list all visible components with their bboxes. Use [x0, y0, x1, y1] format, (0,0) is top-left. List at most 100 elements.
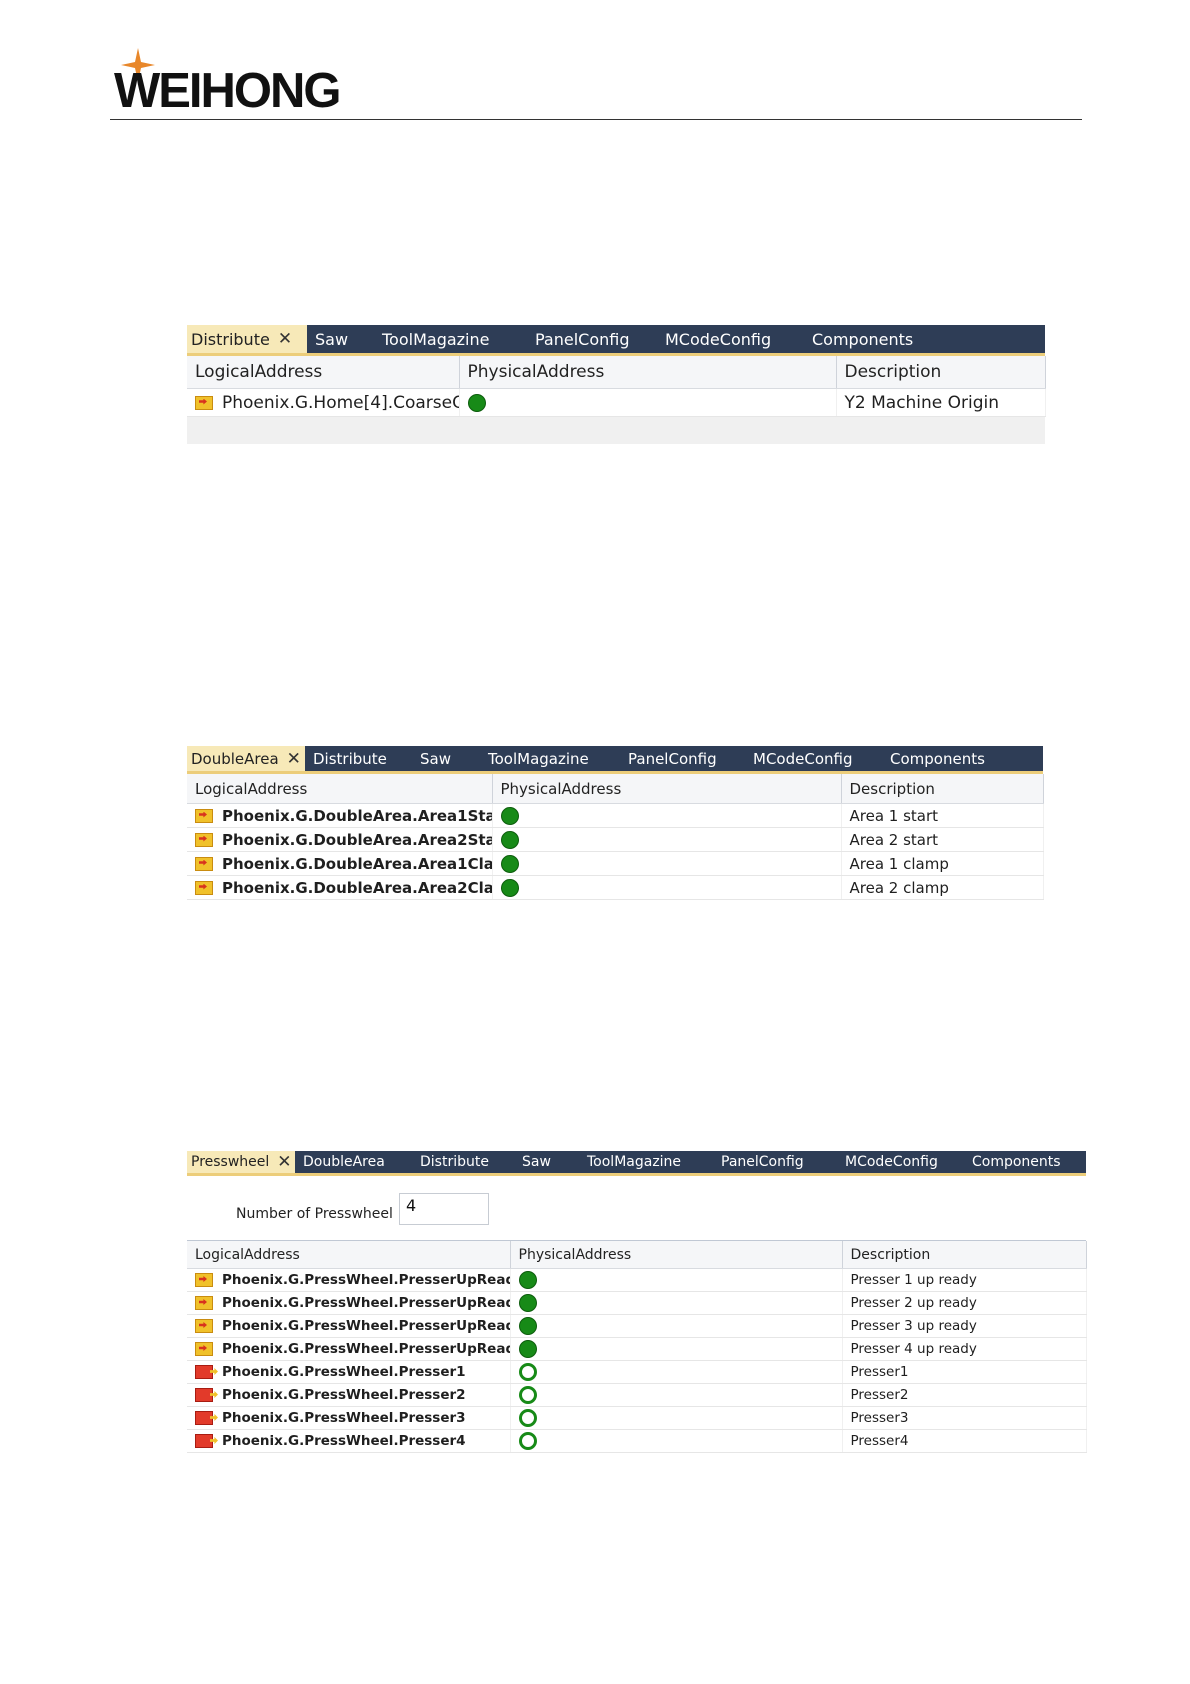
table-row[interactable]: Phoenix.G.PressWheel.Presser3 Presser3 [187, 1406, 1087, 1430]
tab-label: Saw [315, 329, 349, 349]
physical-address-cell[interactable] [510, 1337, 843, 1361]
tab-toolmagazine[interactable]: ToolMagazine [579, 1151, 713, 1173]
column-header-description[interactable]: Description [841, 774, 1044, 804]
tab-presswheel[interactable]: Presswheel ✕ [187, 1151, 295, 1173]
description-cell: Y2 Machine Origin [836, 388, 1046, 417]
logical-address-text: Phoenix.G.PressWheel.Presser3 [222, 1410, 466, 1426]
tab-mcodeconfig[interactable]: MCodeConfig [837, 1151, 964, 1173]
logical-address-text: Phoenix.G.PressWheel.Presser2 [222, 1387, 466, 1403]
column-header-description[interactable]: Description [842, 1241, 1087, 1269]
table-row[interactable]: Phoenix.G.PressWheel.Presser4 Presser4 [187, 1429, 1087, 1453]
physical-address-cell[interactable] [510, 1314, 843, 1338]
tab-panelconfig[interactable]: PanelConfig [527, 325, 657, 353]
status-off-indicator-icon [518, 1409, 537, 1427]
input-signal-icon [195, 1273, 213, 1287]
column-header-logicaladdress[interactable]: LogicalAddress [187, 1241, 511, 1269]
tab-label: Components [890, 749, 985, 768]
tab-label: Components [972, 1154, 1061, 1170]
table-row[interactable]: Phoenix.G.Home[4].CoarseOn Y2 Machine Ori… [187, 388, 1046, 417]
tab-label: Distribute [313, 749, 387, 768]
tab-distribute[interactable]: Distribute [305, 746, 412, 771]
description-cell: Presser1 [842, 1360, 1087, 1384]
tab-label: Saw [522, 1154, 551, 1170]
tab-label: DoubleArea [303, 1154, 385, 1170]
tab-doublearea[interactable]: DoubleArea ✕ [187, 746, 305, 771]
logical-address-cell: Phoenix.G.PressWheel.PresserUpReady1 [187, 1268, 511, 1292]
tab-panelconfig[interactable]: PanelConfig [713, 1151, 837, 1173]
input-signal-icon [195, 808, 213, 823]
signal-table: LogicalAddress PhysicalAddress Description… [187, 356, 1046, 417]
column-header-logicaladdress[interactable]: LogicalAddress [187, 356, 460, 389]
tab-label: MCodeConfig [753, 749, 853, 768]
logical-address-text: Phoenix.G.DoubleArea.Area2Clamp [222, 878, 492, 897]
tab-saw[interactable]: Saw [514, 1151, 579, 1173]
table-row[interactable]: Phoenix.G.PressWheel.PresserUpReady3 Pres… [187, 1314, 1087, 1338]
physical-address-cell[interactable] [492, 803, 842, 828]
tab-saw[interactable]: Saw [412, 746, 480, 771]
table-row[interactable]: Phoenix.G.PressWheel.Presser1 Presser1 [187, 1360, 1087, 1384]
tab-bar: Presswheel ✕ DoubleArea Distribute Saw ToolMa… [187, 1151, 1086, 1173]
tab-label: ToolMagazine [382, 329, 490, 349]
physical-address-cell[interactable] [510, 1291, 843, 1315]
table-row[interactable]: Phoenix.G.DoubleArea.Area2Clamp Area 2 cl… [187, 875, 1044, 900]
physical-address-cell[interactable] [510, 1268, 843, 1292]
input-signal-icon [195, 1319, 213, 1333]
tab-toolmagazine[interactable]: ToolMagazine [480, 746, 620, 771]
table-row[interactable]: Phoenix.G.PressWheel.PresserUpReady2 Pres… [187, 1291, 1087, 1315]
physical-address-cell[interactable] [459, 388, 837, 417]
column-header-logicaladdress[interactable]: LogicalAddress [187, 774, 493, 804]
tab-panelconfig[interactable]: PanelConfig [620, 746, 745, 771]
tab-components[interactable]: Components [964, 1151, 1086, 1173]
description-cell: Presser 4 up ready [842, 1337, 1087, 1361]
tab-components[interactable]: Components [804, 325, 954, 353]
physical-address-cell[interactable] [510, 1383, 843, 1407]
tab-doublearea[interactable]: DoubleArea [295, 1151, 412, 1173]
tab-label: PanelConfig [721, 1154, 804, 1170]
physical-address-cell[interactable] [510, 1360, 843, 1384]
physical-address-cell[interactable] [492, 851, 842, 876]
status-off-indicator-icon [518, 1363, 537, 1381]
tab-distribute[interactable]: Distribute ✕ [187, 325, 307, 353]
signal-table: LogicalAddress PhysicalAddress Description… [187, 1241, 1087, 1453]
table-row[interactable]: Phoenix.G.PressWheel.PresserUpReady1 Pres… [187, 1268, 1087, 1292]
column-header-physicaladdress[interactable]: PhysicalAddress [510, 1241, 843, 1269]
physical-address-cell[interactable] [510, 1406, 843, 1430]
table-row[interactable]: Phoenix.G.DoubleArea.Area1Start Area 1 st… [187, 803, 1044, 828]
status-on-indicator-icon [500, 830, 519, 849]
description-cell: Presser4 [842, 1429, 1087, 1453]
tab-mcodeconfig[interactable]: MCodeConfig [745, 746, 882, 771]
logical-address-cell: Phoenix.G.DoubleArea.Area2Start [187, 827, 493, 852]
table-row[interactable]: Phoenix.G.DoubleArea.Area2Start Area 2 st… [187, 827, 1044, 852]
tab-distribute[interactable]: Distribute [412, 1151, 514, 1173]
column-header-description[interactable]: Description [836, 356, 1046, 389]
physical-address-cell[interactable] [510, 1429, 843, 1453]
tab-bar: Distribute ✕ Saw ToolMagazine PanelConfig MCo… [187, 325, 1045, 353]
presswheel-count-input[interactable]: 4 [399, 1193, 489, 1225]
table-row[interactable]: Phoenix.G.DoubleArea.Area1Clamp Area 1 cl… [187, 851, 1044, 876]
close-tab-icon[interactable]: ✕ [278, 329, 292, 349]
tab-saw[interactable]: Saw [307, 325, 374, 353]
status-on-indicator-icon [518, 1340, 537, 1358]
doublearea-panel: DoubleArea ✕ Distribute Saw ToolMagazine Pane… [187, 746, 1044, 900]
table-header-row: LogicalAddress PhysicalAddress Description [187, 1241, 1087, 1269]
distribute-panel: Distribute ✕ Saw ToolMagazine PanelConfig MCo… [187, 325, 1046, 444]
physical-address-cell[interactable] [492, 875, 842, 900]
physical-address-cell[interactable] [492, 827, 842, 852]
logical-address-cell: Phoenix.G.PressWheel.PresserUpReady2 [187, 1291, 511, 1315]
tab-mcodeconfig[interactable]: MCodeConfig [657, 325, 804, 353]
weihong-logo: WEIHONG [110, 48, 370, 120]
status-on-indicator-icon [518, 1271, 537, 1289]
tab-label: DoubleArea [191, 749, 279, 768]
table-row[interactable]: Phoenix.G.PressWheel.Presser2 Presser2 [187, 1383, 1087, 1407]
close-tab-icon[interactable]: ✕ [277, 1152, 291, 1172]
tab-components[interactable]: Components [882, 746, 1043, 771]
column-header-physicaladdress[interactable]: PhysicalAddress [492, 774, 842, 804]
tab-label: MCodeConfig [845, 1154, 938, 1170]
logical-address-cell: Phoenix.G.PressWheel.PresserUpReady3 [187, 1314, 511, 1338]
tab-toolmagazine[interactable]: ToolMagazine [374, 325, 527, 353]
table-row[interactable]: Phoenix.G.PressWheel.PresserUpReady4 Pres… [187, 1337, 1087, 1361]
presswheel-count-row: Number of Presswheel 4 [187, 1176, 1086, 1241]
column-header-physicaladdress[interactable]: PhysicalAddress [459, 356, 837, 389]
close-tab-icon[interactable]: ✕ [287, 749, 301, 769]
logical-address-text: Phoenix.G.PressWheel.PresserUpReady3 [222, 1318, 510, 1334]
